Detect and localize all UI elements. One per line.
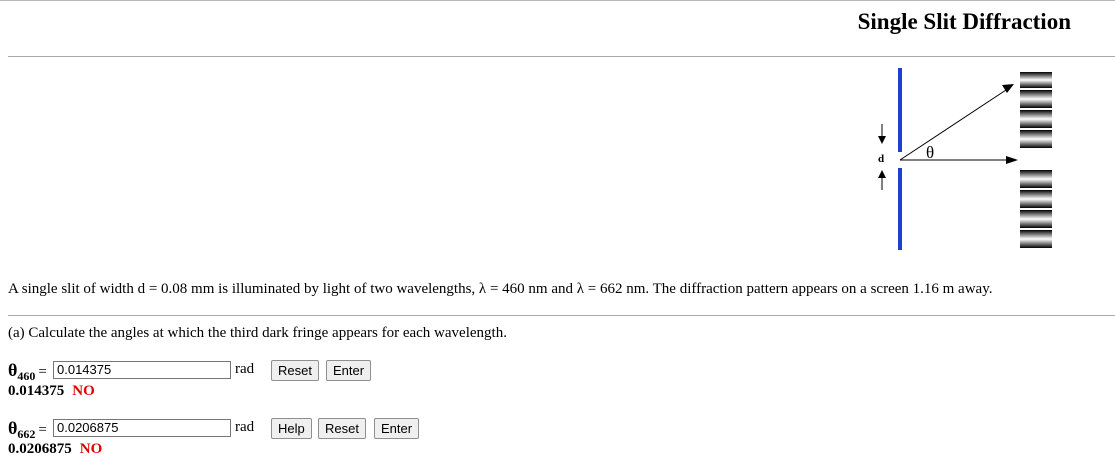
- reset-button-460[interactable]: Reset: [271, 360, 319, 381]
- submitted-value: 0.014375: [8, 383, 65, 399]
- fringe-pattern: [1020, 72, 1052, 248]
- submitted-value: 0.0206875: [8, 441, 72, 457]
- reset-button-662[interactable]: Reset: [318, 418, 366, 439]
- divider-bottom: [8, 315, 1115, 316]
- help-button-662[interactable]: Help: [271, 418, 312, 439]
- divider-top: [8, 56, 1115, 57]
- submitted-answer-662: 0.0206875 NO: [8, 441, 102, 458]
- part-a-question: (a) Calculate the angles at which the th…: [8, 325, 507, 341]
- verdict-badge: NO: [72, 383, 95, 399]
- theta-symbol: θ: [8, 418, 18, 438]
- angle-label: θ: [926, 143, 934, 162]
- enter-button-460[interactable]: Enter: [326, 360, 372, 381]
- enter-button-662[interactable]: Enter: [374, 418, 420, 439]
- theta-662-label: θ662 =: [8, 418, 47, 441]
- submitted-answer-460: 0.014375 NO: [8, 383, 95, 400]
- theta-460-unit: rad: [235, 361, 255, 377]
- top-border: [0, 0, 1115, 1]
- theta-460-label: θ460 =: [8, 360, 47, 383]
- page-title: Single Slit Diffraction: [857, 9, 1071, 34]
- slit-width-marker: d: [878, 124, 886, 190]
- equals-sign: =: [38, 364, 47, 380]
- ray-arrows: θ: [899, 84, 1018, 164]
- slit-width-label: d: [878, 153, 884, 165]
- problem-statement: A single slit of width d = 0.08 mm is il…: [8, 281, 993, 297]
- wavelength-subscript: 662: [17, 427, 36, 441]
- verdict-badge: NO: [79, 441, 103, 457]
- theta-662-unit: rad: [235, 419, 255, 435]
- wavelength-subscript: 460: [17, 369, 36, 383]
- equals-sign: =: [38, 422, 47, 438]
- theta-460-input[interactable]: 0.014375: [53, 361, 231, 379]
- diffraction-diagram: d θ: [878, 68, 1052, 250]
- theta-symbol: θ: [8, 360, 18, 380]
- theta-662-input[interactable]: 0.0206875: [53, 419, 231, 437]
